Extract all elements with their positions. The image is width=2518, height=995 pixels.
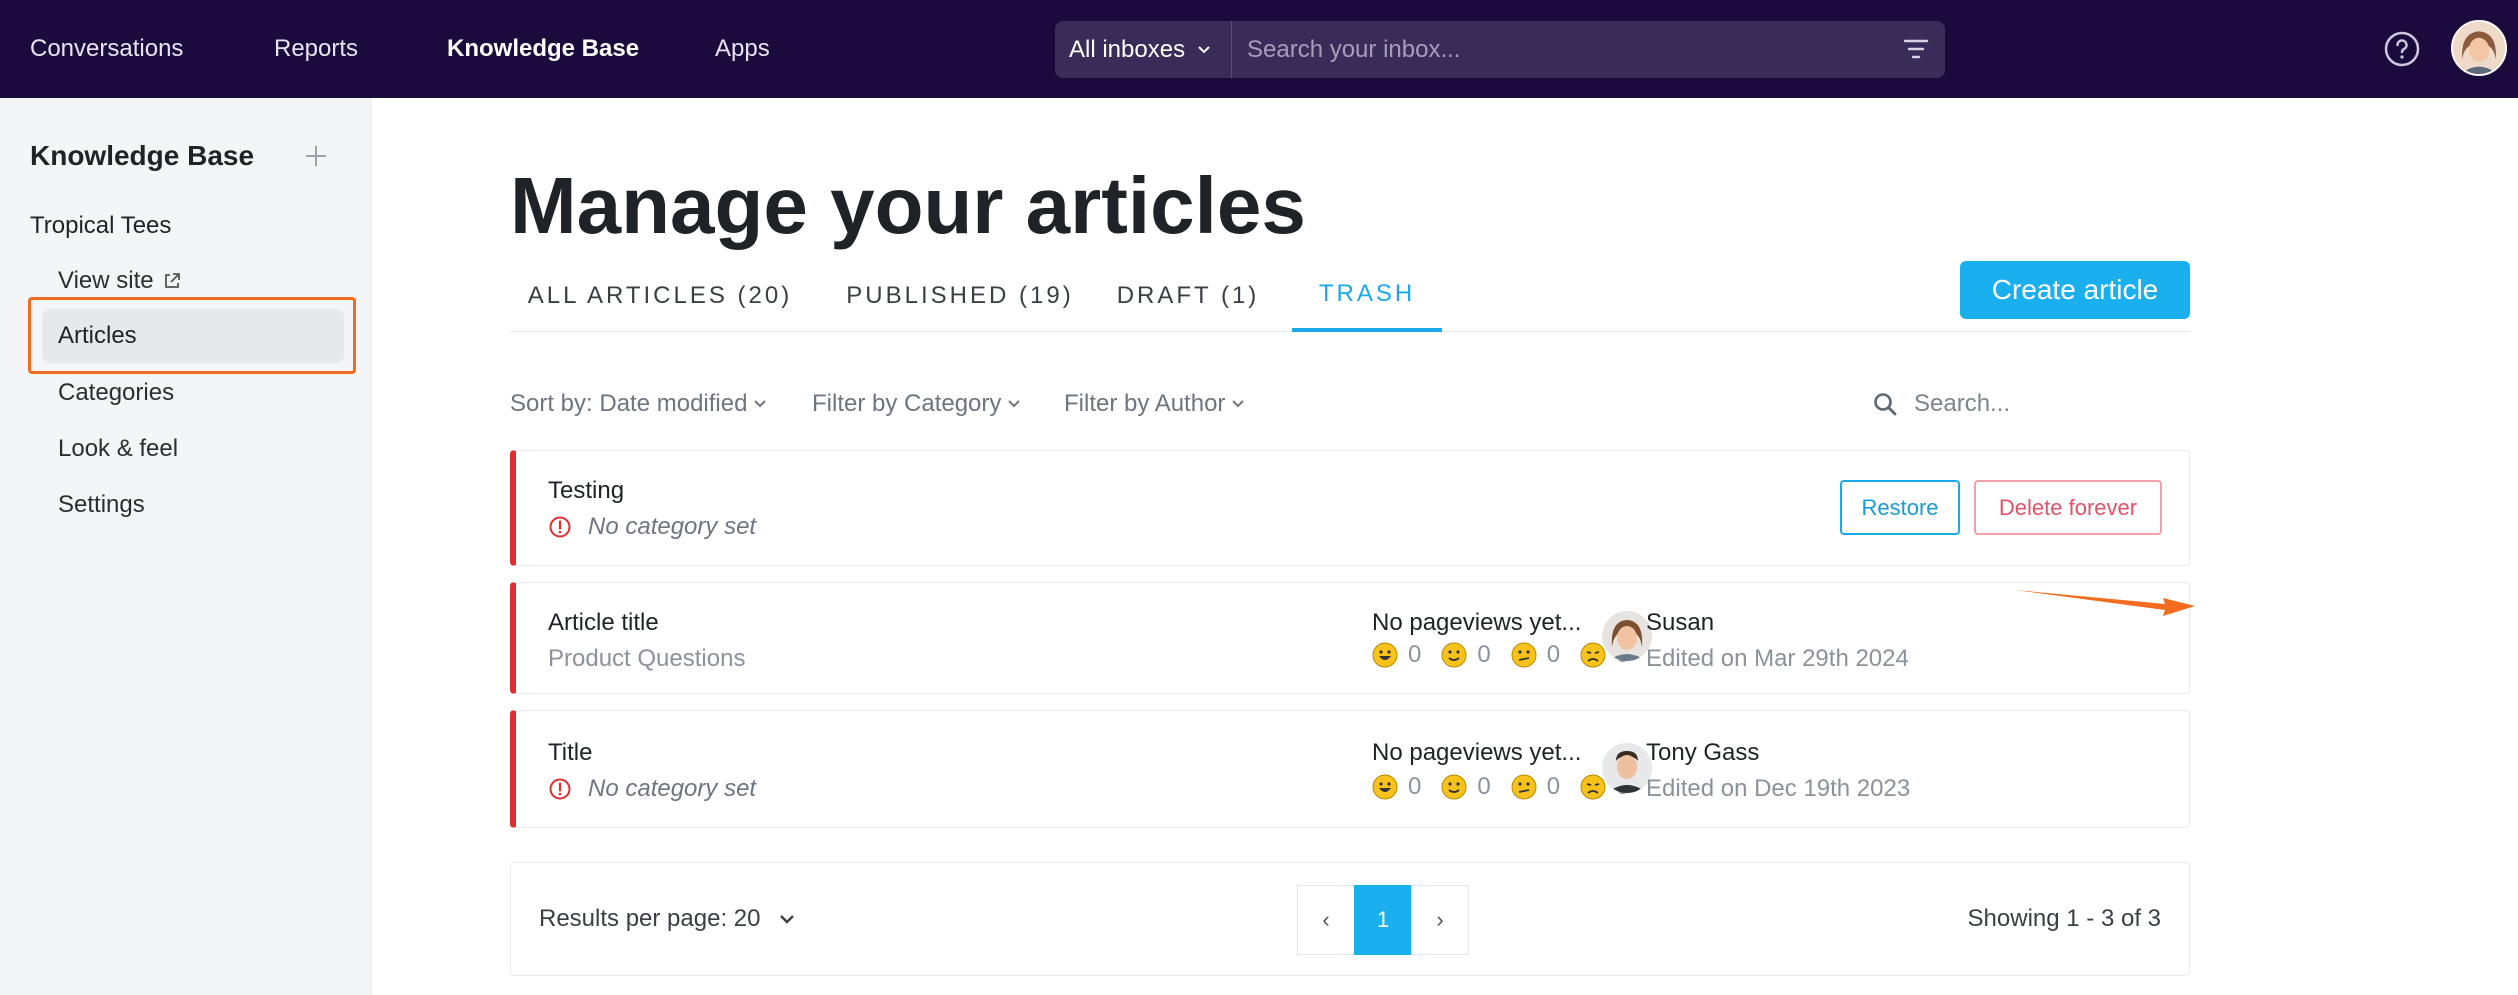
sad-emoji-icon [1580,774,1606,800]
sidebar-item-label: View site [58,267,154,294]
tab-draft[interactable]: DRAFT (1) [1108,260,1268,332]
sidebar-item-label: Categories [58,379,175,406]
nav-apps[interactable]: Apps [715,35,770,63]
article-category-text: No category set [588,775,757,802]
user-avatar[interactable] [2451,20,2507,76]
sidebar: Knowledge Base Tropical Tees View site A… [0,98,372,995]
sidebar-title: Knowledge Base [30,140,255,171]
tab-all-articles[interactable]: ALL ARTICLES (20) [510,260,810,332]
reaction-great: 0 [1372,773,1421,801]
sidebar-item-label: Articles [58,322,137,349]
filter-author-label: Filter by Author [1064,390,1226,417]
alert-circle-icon [549,778,571,800]
article-category: Product Questions [548,645,745,673]
filter-icon[interactable] [1903,37,1929,61]
edited-date: Edited on Dec 19th 2023 [1646,775,1911,802]
reaction-good: 0 [1441,773,1491,801]
restore-button[interactable]: Restore [1840,480,1960,535]
sort-dropdown[interactable]: Sort by: Date modified [510,390,767,418]
inbox-select[interactable]: All inboxes [1055,21,1232,78]
inbox-search-input[interactable] [1245,21,1865,78]
chevron-down-icon [1198,45,1210,53]
sort-label: Sort by: Date modified [510,390,748,417]
nav-knowledge-base[interactable]: Knowledge Base [447,35,639,63]
results-per-page-label: Results per page: 20 [539,905,761,932]
main-content: Manage your articles ALL ARTICLES (20) P… [372,98,2518,995]
confused-emoji-icon [1511,642,1537,668]
nav-reports[interactable]: Reports [274,35,358,63]
alert-circle-icon [549,516,571,538]
article-title: Article title [548,609,659,636]
sidebar-section-label: Tropical Tees [30,212,172,239]
article-row-testing[interactable]: Testing No category set Restore Delete f… [510,450,2190,566]
delete-forever-button[interactable]: Delete forever [1974,480,2162,535]
pagination-bar: Results per page: 20 ‹ 1 › Showing 1 - 3… [510,862,2190,976]
sidebar-item-categories[interactable]: Categories [42,366,344,420]
filter-category-label: Filter by Category [812,390,1002,417]
author-avatar [1602,611,1652,661]
reaction-meh: 0 [1511,773,1560,801]
article-title: Testing [548,477,625,504]
pageviews-text: No pageviews yet... [1372,609,1582,636]
pageviews-text: No pageviews yet... [1372,739,1582,766]
top-navigation-bar: Conversations Reports Knowledge Base App… [0,0,2518,98]
edited-date: Edited on Mar 29th 2024 [1646,645,1909,672]
article-title: Title [548,739,593,766]
author-name: Tony Gass [1646,739,1760,766]
nav-conversations[interactable]: Conversations [30,35,183,63]
prev-page-button[interactable]: ‹ [1297,885,1355,955]
help-icon[interactable] [2384,31,2420,67]
article-category-text: Product Questions [548,645,746,672]
sidebar-item-label: Look & feel [58,435,179,462]
article-category: No category set [548,513,756,541]
tab-published[interactable]: PUBLISHED (19) [840,260,1080,332]
sidebar-item-articles[interactable]: Articles [42,309,344,363]
article-category: No category set [548,775,756,803]
reaction-meh: 0 [1511,641,1560,669]
smile-emoji-icon [1441,642,1467,668]
tab-trash[interactable]: TRASH [1292,260,1442,332]
external-link-icon [164,273,180,288]
filter-category-dropdown[interactable]: Filter by Category [812,390,1021,418]
results-count: Showing 1 - 3 of 3 [1967,905,2161,932]
article-row-title[interactable]: Title No category set No pageviews yet..… [510,710,2190,828]
page-title: Manage your articles [510,161,1306,250]
article-search-input[interactable] [1912,384,2182,424]
author-name: Susan [1646,609,1715,636]
chevron-down-icon [754,400,767,408]
search-icon [1874,393,1897,416]
sad-emoji-icon [1580,642,1606,668]
reaction-great: 0 [1372,641,1421,669]
chevron-down-icon [1232,400,1245,408]
confused-emoji-icon [1511,774,1537,800]
filter-author-dropdown[interactable]: Filter by Author [1064,390,1245,418]
results-per-page-dropdown[interactable]: Results per page: 20 [539,905,796,933]
inbox-search-bar: All inboxes [1055,21,1945,78]
page-1-button[interactable]: 1 [1354,885,1412,955]
author-avatar [1602,743,1652,793]
chevron-down-icon [1008,400,1021,408]
sidebar-item-look-and-feel[interactable]: Look & feel [42,422,344,476]
article-tabs: ALL ARTICLES (20) PUBLISHED (19) DRAFT (… [510,260,2190,332]
article-category-text: No category set [588,513,757,540]
create-article-button[interactable]: Create article [1960,261,2190,319]
next-page-button[interactable]: › [1411,885,1469,955]
reaction-good: 0 [1441,641,1491,669]
sidebar-item-view-site[interactable]: View site [42,254,344,308]
big-smile-emoji-icon [1372,774,1398,800]
inbox-select-value: All inboxes [1069,35,1186,63]
sidebar-item-label: Settings [58,491,145,518]
big-smile-emoji-icon [1372,642,1398,668]
plus-icon[interactable] [304,144,328,168]
smile-emoji-icon [1441,774,1467,800]
sidebar-item-settings[interactable]: Settings [42,478,344,532]
article-row-article-title[interactable]: Article title Product Questions No pagev… [510,582,2190,694]
chevron-down-icon [780,915,795,924]
